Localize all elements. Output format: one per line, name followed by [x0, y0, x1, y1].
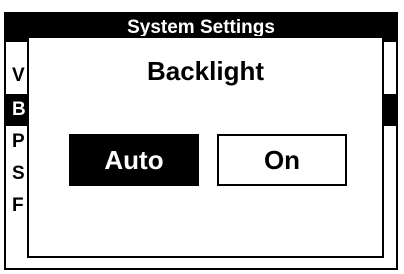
on-option-button[interactable]: On	[217, 134, 347, 186]
device-screen: System Settings V B P S F Backlight Auto…	[0, 0, 404, 274]
backlight-dialog: Backlight Auto On	[27, 36, 384, 258]
auto-option-button[interactable]: Auto	[69, 134, 199, 186]
dialog-title: Backlight	[146, 56, 265, 86]
